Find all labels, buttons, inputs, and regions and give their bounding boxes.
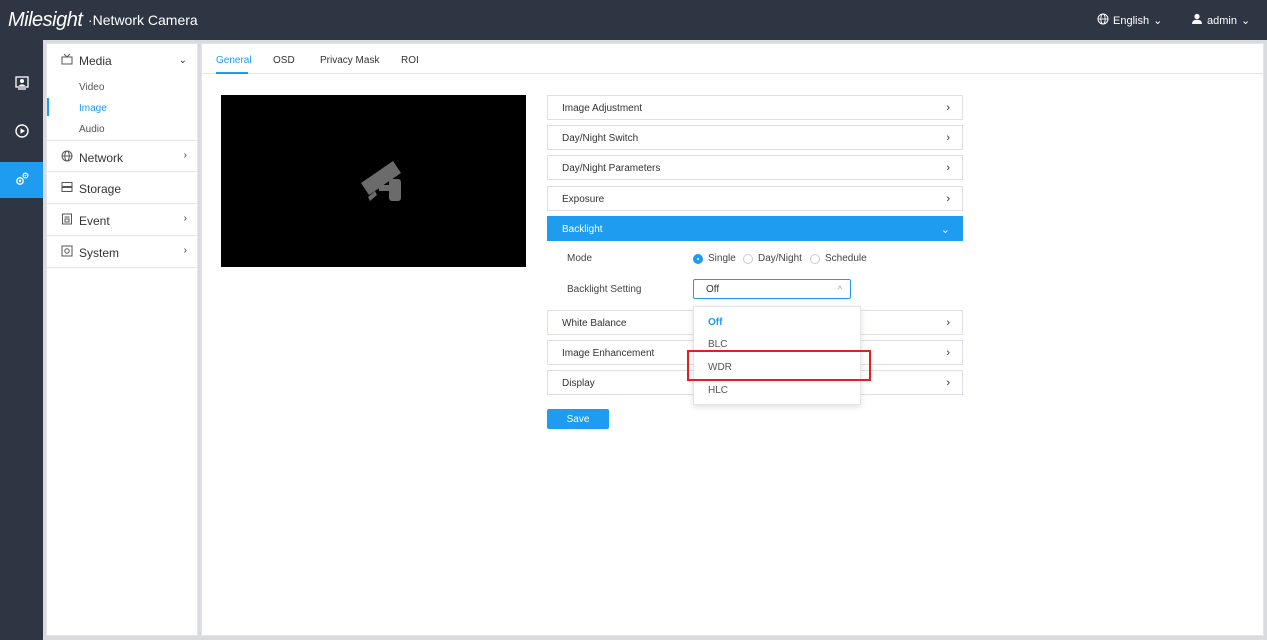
sidebar-item-label: System xyxy=(79,245,120,260)
sidebar-item-label: Media xyxy=(79,53,112,68)
icon-rail xyxy=(0,40,43,640)
radio-day-night[interactable]: Day/Night xyxy=(743,253,802,264)
chevron-right-icon: › xyxy=(183,213,187,224)
section-label: Display xyxy=(562,378,595,389)
section-label: White Balance xyxy=(562,318,627,329)
chevron-right-icon: › xyxy=(946,317,950,329)
chevron-right-icon: › xyxy=(946,347,950,359)
language-label: English xyxy=(1113,14,1150,27)
brand-logo: Milesight xyxy=(8,9,83,31)
event-icon xyxy=(61,213,73,228)
section-day-night-switch[interactable]: Day/Night Switch › xyxy=(547,125,963,150)
highlight-box xyxy=(687,350,871,381)
sidebar-item-media[interactable]: Media xyxy=(61,53,112,68)
section-exposure[interactable]: Exposure › xyxy=(547,186,963,211)
top-bar: Milesight ·Network Camera English ⌄ admi… xyxy=(0,0,1267,40)
settings-icon xyxy=(14,171,30,190)
option-hlc[interactable]: HLC xyxy=(708,385,728,396)
video-preview xyxy=(221,95,526,267)
section-label: Day/Night Parameters xyxy=(562,163,661,174)
sidebar-subitem-image[interactable]: Image xyxy=(79,103,107,114)
side-menu: Media ⌄ Video Image Audio Network › Stor… xyxy=(46,43,198,636)
sidebar-item-storage[interactable]: Storage xyxy=(47,172,197,204)
globe-icon xyxy=(1097,13,1109,28)
main-panel: General OSD Privacy Mask ROI Image Adjus… xyxy=(201,43,1264,636)
tab-general[interactable]: General xyxy=(216,55,252,66)
section-image-adjustment[interactable]: Image Adjustment › xyxy=(547,95,963,120)
section-label: Day/Night Switch xyxy=(562,133,639,144)
chevron-down-icon: ⌄ xyxy=(1240,15,1251,27)
tab-roi[interactable]: ROI xyxy=(401,55,419,66)
radio-label: Schedule xyxy=(825,253,867,264)
sidebar-subitem-audio[interactable]: Audio xyxy=(79,124,105,135)
sidebar-item-label: Event xyxy=(79,213,110,228)
camera-icon xyxy=(359,157,407,212)
rail-playback[interactable] xyxy=(0,114,43,150)
backlight-setting-select[interactable]: Off ^ xyxy=(693,279,851,299)
chevron-down-icon: ⌄ xyxy=(178,55,187,66)
sidebar-item-label: Storage xyxy=(79,181,122,196)
sidebar-subitem-video[interactable]: Video xyxy=(79,82,104,93)
playback-icon xyxy=(14,123,29,141)
user-menu[interactable]: admin ⌄ xyxy=(1191,13,1250,28)
product-name: ·Network Camera xyxy=(88,12,198,28)
rail-settings[interactable] xyxy=(0,162,43,198)
section-day-night-parameters[interactable]: Day/Night Parameters › xyxy=(547,155,963,180)
radio-label: Day/Night xyxy=(758,253,802,264)
username-label: admin xyxy=(1207,14,1237,27)
sidebar-item-label: Network xyxy=(79,150,124,165)
sidebar-item-event[interactable]: Event › xyxy=(47,204,197,236)
chevron-right-icon: › xyxy=(946,162,950,174)
sidebar-item-network[interactable]: Network › xyxy=(47,140,197,172)
tab-osd[interactable]: OSD xyxy=(273,55,295,66)
active-indicator xyxy=(47,98,49,116)
globe-icon xyxy=(61,150,73,165)
section-label: Image Adjustment xyxy=(562,103,643,114)
chevron-down-icon: ⌄ xyxy=(940,224,950,236)
language-selector[interactable]: English ⌄ xyxy=(1097,13,1162,28)
sidebar-item-system[interactable]: System › xyxy=(47,236,197,268)
chevron-right-icon: › xyxy=(946,102,950,114)
section-backlight[interactable]: Backlight ⌄ xyxy=(547,216,963,241)
radio-single[interactable]: Single xyxy=(693,253,736,264)
radio-selected-icon xyxy=(693,253,703,264)
tab-bar: General OSD Privacy Mask ROI xyxy=(202,44,1263,74)
media-icon xyxy=(61,53,73,68)
mode-label: Mode xyxy=(567,253,593,264)
backlight-setting-label: Backlight Setting xyxy=(567,284,642,295)
chevron-right-icon: › xyxy=(946,377,950,389)
radio-label: Single xyxy=(708,253,736,264)
chevron-right-icon: › xyxy=(183,245,187,256)
live-view-icon xyxy=(14,75,29,93)
tab-privacy-mask[interactable]: Privacy Mask xyxy=(320,55,379,66)
tab-active-underline xyxy=(216,72,248,74)
option-off[interactable]: Off xyxy=(708,317,722,328)
chevron-down-icon: ⌄ xyxy=(1153,15,1163,27)
storage-icon xyxy=(61,181,73,196)
section-label: Image Enhancement xyxy=(562,348,655,359)
radio-schedule[interactable]: Schedule xyxy=(810,253,867,264)
rail-live-view[interactable] xyxy=(0,66,43,102)
chevron-right-icon: › xyxy=(946,193,950,205)
chevron-up-icon: ^ xyxy=(837,284,842,294)
option-blc[interactable]: BLC xyxy=(708,339,727,350)
radio-empty-icon xyxy=(810,253,820,264)
select-value: Off xyxy=(706,284,720,295)
user-icon xyxy=(1191,13,1203,28)
section-label: Exposure xyxy=(562,194,605,205)
system-icon xyxy=(61,245,73,260)
section-label: Backlight xyxy=(562,224,603,235)
chevron-right-icon: › xyxy=(946,132,950,144)
chevron-right-icon: › xyxy=(183,150,187,161)
save-button[interactable]: Save xyxy=(547,409,609,429)
radio-empty-icon xyxy=(743,253,753,264)
